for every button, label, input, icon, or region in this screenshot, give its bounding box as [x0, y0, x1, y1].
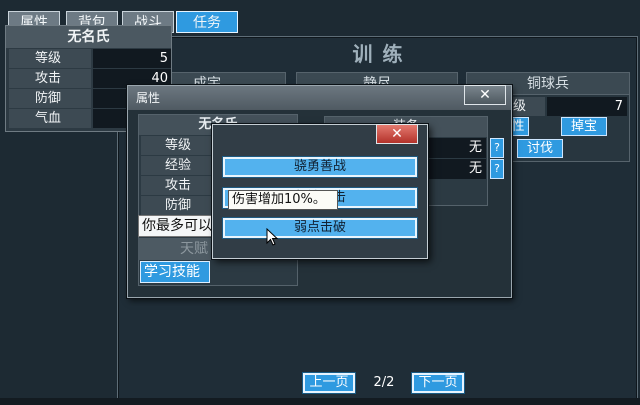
close-icon: ✕ — [479, 87, 491, 103]
skill-button-1[interactable]: 骁勇善战 — [223, 157, 417, 177]
prev-page-button[interactable]: 上一页 — [303, 373, 355, 393]
next-page-button[interactable]: 下一页 — [412, 373, 464, 393]
tab-quests-label: 任务 — [193, 15, 221, 31]
enemy-card-3-drop-button[interactable]: 掉宝 — [561, 117, 607, 136]
cursor-icon — [266, 228, 278, 246]
character-name: 无名氏 — [6, 26, 171, 48]
learn-skill-button[interactable]: 学习技能 — [140, 261, 210, 283]
attribute-exp-label: 经验 — [141, 156, 217, 175]
page-indicator: 2/2 — [373, 375, 395, 390]
skill-popup-close-button[interactable]: ✕ — [376, 124, 418, 144]
enemy-card-3-level: 7 — [547, 97, 627, 116]
equipment-slot-2-help-button[interactable]: ? — [490, 159, 504, 179]
skill-points-hint: 你最多可以 — [138, 215, 220, 237]
skill-button-3[interactable]: 弱点击破 — [223, 218, 417, 238]
attribute-level-label: 等级 — [141, 136, 217, 155]
close-icon: ✕ — [391, 126, 403, 142]
bottom-strip — [0, 398, 640, 405]
attribute-attack-label: 攻击 — [141, 176, 217, 195]
skill-tooltip: 伤害增加10%。 — [228, 190, 338, 210]
tab-quests[interactable]: 任务 — [176, 11, 238, 33]
training-title: 训练 — [352, 42, 413, 66]
attribute-defense-label: 防御 — [141, 196, 217, 215]
talent-label: 天赋 — [138, 238, 218, 260]
equipment-slot-1-help-button[interactable]: ? — [490, 138, 504, 158]
attribute-window-title: 属性 — [128, 86, 511, 110]
stat-level: 等级 5 — [9, 49, 171, 68]
enemy-card-3-fight-button[interactable]: 讨伐 — [517, 139, 563, 158]
attribute-window-close-button[interactable]: ✕ — [464, 85, 506, 105]
enemy-card-3-level-label: 级 — [511, 97, 545, 116]
